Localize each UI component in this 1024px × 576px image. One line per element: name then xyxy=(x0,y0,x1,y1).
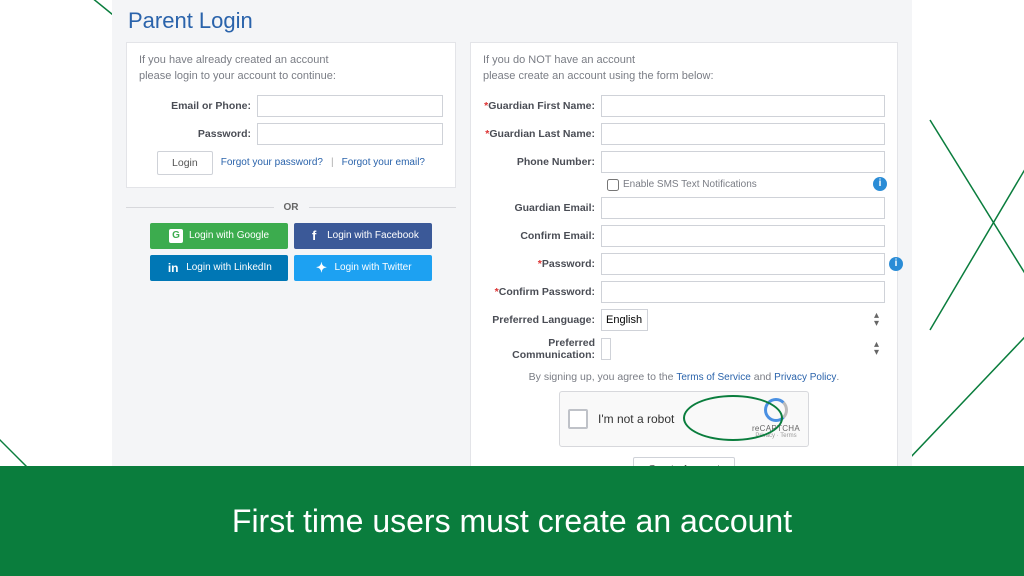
footer-text: First time users must create an account xyxy=(232,503,792,540)
confirm-password-label: *Confirm Password: xyxy=(483,286,601,298)
email-input[interactable] xyxy=(257,95,443,117)
phone-input[interactable] xyxy=(601,151,885,173)
last-name-label: *Guardian Last Name: xyxy=(483,128,601,140)
confirm-email-input[interactable] xyxy=(601,225,885,247)
linkedin-icon: in xyxy=(166,261,180,275)
privacy-link[interactable]: Privacy Policy xyxy=(774,372,836,383)
language-select[interactable]: English xyxy=(601,309,648,331)
login-panel: Parent Login If you have already created… xyxy=(112,0,912,518)
reg-password-label: *Password: xyxy=(483,258,601,270)
communication-label: Preferred Communication: xyxy=(483,337,601,361)
reg-password-input[interactable] xyxy=(601,253,885,275)
chevron-updown-icon: ▴▾ xyxy=(874,312,879,328)
recaptcha-checkbox[interactable] xyxy=(568,409,588,429)
communication-select[interactable] xyxy=(601,338,611,360)
first-name-input[interactable] xyxy=(601,95,885,117)
agree-text: By signing up, you agree to the Terms of… xyxy=(483,371,885,383)
password-input[interactable] xyxy=(257,123,443,145)
sms-label: Enable SMS Text Notifications xyxy=(623,179,757,190)
chevron-updown-icon: ▴▾ xyxy=(874,341,879,357)
login-twitter-button[interactable]: ✦ Login with Twitter xyxy=(294,255,432,281)
recaptcha-logo: reCAPTCHA Privacy · Terms xyxy=(752,398,800,439)
info-icon[interactable]: i xyxy=(873,177,887,191)
tos-link[interactable]: Terms of Service xyxy=(676,372,750,383)
existing-user-box: If you have already created an account p… xyxy=(126,42,456,188)
login-button[interactable]: Login xyxy=(157,151,213,175)
guardian-email-label: Guardian Email: xyxy=(483,202,601,214)
login-google-button[interactable]: G Login with Google xyxy=(150,223,288,249)
login-linkedin-button[interactable]: in Login with LinkedIn xyxy=(150,255,288,281)
info-icon[interactable]: i xyxy=(889,257,903,271)
page-title: Parent Login xyxy=(128,8,898,34)
login-intro: If you have already created an account p… xyxy=(139,53,443,85)
email-label: Email or Phone: xyxy=(139,100,257,112)
last-name-input[interactable] xyxy=(601,123,885,145)
register-intro: If you do NOT have an account please cre… xyxy=(483,53,885,85)
phone-label: Phone Number: xyxy=(483,156,601,168)
forgot-password-link[interactable]: Forgot your password? xyxy=(221,157,323,168)
register-box: If you do NOT have an account please cre… xyxy=(470,42,898,500)
first-name-label: *Guardian First Name: xyxy=(483,100,601,112)
twitter-icon: ✦ xyxy=(314,261,328,275)
login-facebook-button[interactable]: f Login with Facebook xyxy=(294,223,432,249)
social-login-grid: G Login with Google f Login with Faceboo… xyxy=(126,223,456,281)
recaptcha-widget[interactable]: I'm not a robot reCAPTCHA Privacy · Term… xyxy=(559,391,809,447)
instruction-footer: First time users must create an account xyxy=(0,466,1024,576)
confirm-password-input[interactable] xyxy=(601,281,885,303)
confirm-email-label: Confirm Email: xyxy=(483,230,601,242)
facebook-icon: f xyxy=(307,229,321,243)
language-label: Preferred Language: xyxy=(483,314,601,326)
or-divider: OR xyxy=(126,202,456,213)
sms-checkbox[interactable] xyxy=(607,179,619,191)
google-icon: G xyxy=(169,229,183,243)
recaptcha-label: I'm not a robot xyxy=(598,412,674,426)
password-label: Password: xyxy=(139,128,257,140)
recaptcha-icon xyxy=(764,398,788,422)
forgot-email-link[interactable]: Forgot your email? xyxy=(342,157,425,168)
guardian-email-input[interactable] xyxy=(601,197,885,219)
